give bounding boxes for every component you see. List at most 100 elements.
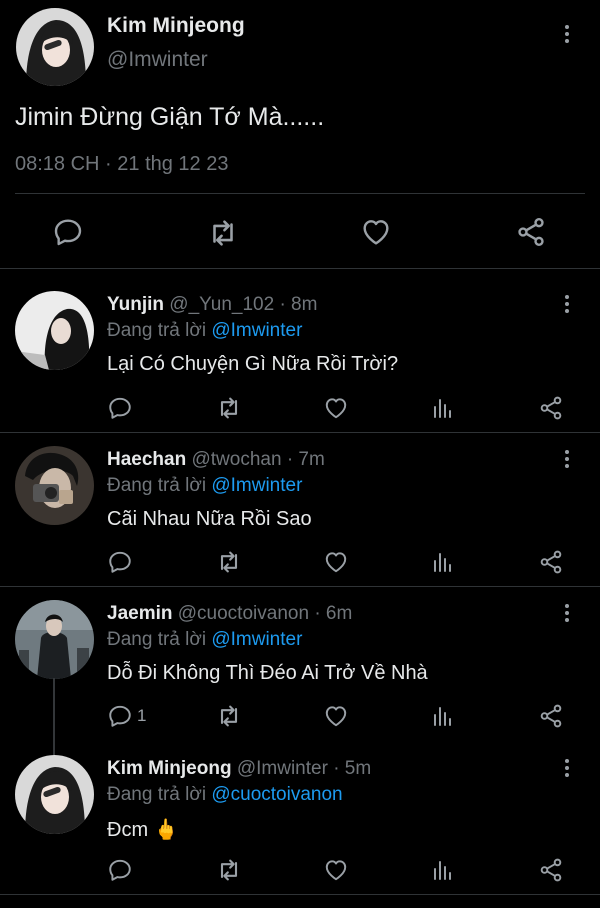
analytics-icon xyxy=(431,703,455,729)
reply-author-name[interactable]: Haechan xyxy=(107,449,186,470)
reply-text: Lại Có Chuyện Gì Nữa Rồi Trời? xyxy=(107,353,399,375)
replying-to-link[interactable]: @cuoctoivanon xyxy=(211,784,342,805)
reply-author-handle[interactable]: @cuoctoivanon xyxy=(178,603,309,624)
more-icon[interactable] xyxy=(557,291,577,317)
reply-header: Haechan @twochan · 7m xyxy=(107,449,325,471)
reply-icon xyxy=(107,857,133,883)
retweet-icon xyxy=(215,548,243,576)
reply-text: Đcm 🖕 xyxy=(107,819,179,841)
more-icon[interactable] xyxy=(557,600,577,626)
share-icon xyxy=(538,703,564,729)
replying-to: Đang trả lời @Imwinter xyxy=(107,475,302,497)
share-button[interactable] xyxy=(538,703,564,729)
retweet-icon xyxy=(215,394,243,422)
reply-text: Cãi Nhau Nữa Rồi Sao xyxy=(107,508,312,530)
avatar-yunjin[interactable] xyxy=(15,291,94,370)
reply-author-handle[interactable]: @Imwinter xyxy=(237,758,328,779)
main-like-button[interactable] xyxy=(360,216,392,248)
like-button[interactable] xyxy=(323,857,349,883)
replying-prefix: Đang trả lời xyxy=(107,784,207,805)
heart-icon xyxy=(323,857,349,883)
heart-icon xyxy=(360,216,392,248)
views-button[interactable] xyxy=(431,395,455,421)
reply-time: · 5m xyxy=(333,758,372,779)
retweet-button[interactable] xyxy=(215,548,243,576)
replying-to: Đang trả lời @Imwinter xyxy=(107,629,302,651)
divider xyxy=(0,586,600,587)
reply-button[interactable]: 1 xyxy=(107,703,146,729)
share-button[interactable] xyxy=(538,549,564,575)
reply-time: · 7m xyxy=(286,449,325,470)
like-button[interactable] xyxy=(323,703,349,729)
avatar-kim-minjeong[interactable] xyxy=(15,755,94,834)
share-icon xyxy=(538,857,564,883)
reply-time: · 6m xyxy=(314,603,353,624)
reply-icon xyxy=(107,395,133,421)
avatar-kim-minjeong[interactable] xyxy=(16,8,94,86)
share-icon xyxy=(538,395,564,421)
retweet-button[interactable] xyxy=(215,702,243,730)
replying-to-link[interactable]: @Imwinter xyxy=(211,320,302,341)
replying-prefix: Đang trả lời xyxy=(107,475,207,496)
share-button[interactable] xyxy=(538,857,564,883)
analytics-icon xyxy=(431,549,455,575)
share-icon xyxy=(538,549,564,575)
divider xyxy=(0,894,600,895)
heart-icon xyxy=(323,703,349,729)
analytics-icon xyxy=(431,395,455,421)
replying-prefix: Đang trả lời xyxy=(107,629,207,650)
views-button[interactable] xyxy=(431,549,455,575)
reply-icon xyxy=(52,216,84,248)
replying-to-link[interactable]: @Imwinter xyxy=(211,629,302,650)
heart-icon xyxy=(323,549,349,575)
avatar-jaemin[interactable] xyxy=(15,600,94,679)
more-icon[interactable] xyxy=(557,446,577,472)
retweet-button[interactable] xyxy=(215,856,243,884)
reply-author-name[interactable]: Kim Minjeong xyxy=(107,758,232,779)
replying-to: Đang trả lời @cuoctoivanon xyxy=(107,784,343,806)
replying-prefix: Đang trả lời xyxy=(107,320,207,341)
reply-author-name[interactable]: Jaemin xyxy=(107,603,172,624)
share-button[interactable] xyxy=(538,395,564,421)
thread-connector xyxy=(53,678,55,756)
views-button[interactable] xyxy=(431,703,455,729)
tweet-timestamp: 08:18 CH · 21 thg 12 23 xyxy=(15,153,229,175)
retweet-icon xyxy=(215,856,243,884)
retweet-icon xyxy=(215,702,243,730)
reply-author-handle[interactable]: @_Yun_102 xyxy=(169,294,274,315)
replying-to-link[interactable]: @Imwinter xyxy=(211,475,302,496)
reply-text: Dỗ Đi Không Thì Đéo Ai Trở Về Nhà xyxy=(107,662,428,684)
divider xyxy=(0,268,600,269)
tweet-text: Jimin Đừng Giận Tớ Mà...... xyxy=(15,103,325,131)
more-icon[interactable] xyxy=(557,755,577,781)
reply-author-name[interactable]: Yunjin xyxy=(107,294,164,315)
divider xyxy=(0,432,600,433)
reply-icon xyxy=(107,703,133,729)
avatar-haechan[interactable] xyxy=(15,446,94,525)
main-reply-button[interactable] xyxy=(52,216,84,248)
replying-to: Đang trả lời @Imwinter xyxy=(107,320,302,342)
reply-header: Jaemin @cuoctoivanon · 6m xyxy=(107,603,352,625)
like-button[interactable] xyxy=(323,395,349,421)
reply-author-handle[interactable]: @twochan xyxy=(191,449,281,470)
reply-time: · 8m xyxy=(279,294,318,315)
reply-button[interactable] xyxy=(107,395,137,421)
author-handle[interactable]: @Imwinter xyxy=(107,48,208,72)
retweet-icon xyxy=(206,216,240,250)
author-name[interactable]: Kim Minjeong xyxy=(107,14,245,38)
main-share-button[interactable] xyxy=(515,216,547,248)
reply-button[interactable] xyxy=(107,857,137,883)
more-icon[interactable] xyxy=(557,21,577,47)
share-icon xyxy=(515,216,547,248)
like-button[interactable] xyxy=(323,549,349,575)
reply-count: 1 xyxy=(137,706,147,725)
reply-header: Yunjin @_Yun_102 · 8m xyxy=(107,294,317,316)
reply-header: Kim Minjeong @Imwinter · 5m xyxy=(107,758,371,780)
reply-icon xyxy=(107,549,133,575)
views-button[interactable] xyxy=(431,857,455,883)
heart-icon xyxy=(323,395,349,421)
reply-button[interactable] xyxy=(107,549,137,575)
retweet-button[interactable] xyxy=(215,394,243,422)
main-retweet-button[interactable] xyxy=(206,216,240,250)
analytics-icon xyxy=(431,857,455,883)
